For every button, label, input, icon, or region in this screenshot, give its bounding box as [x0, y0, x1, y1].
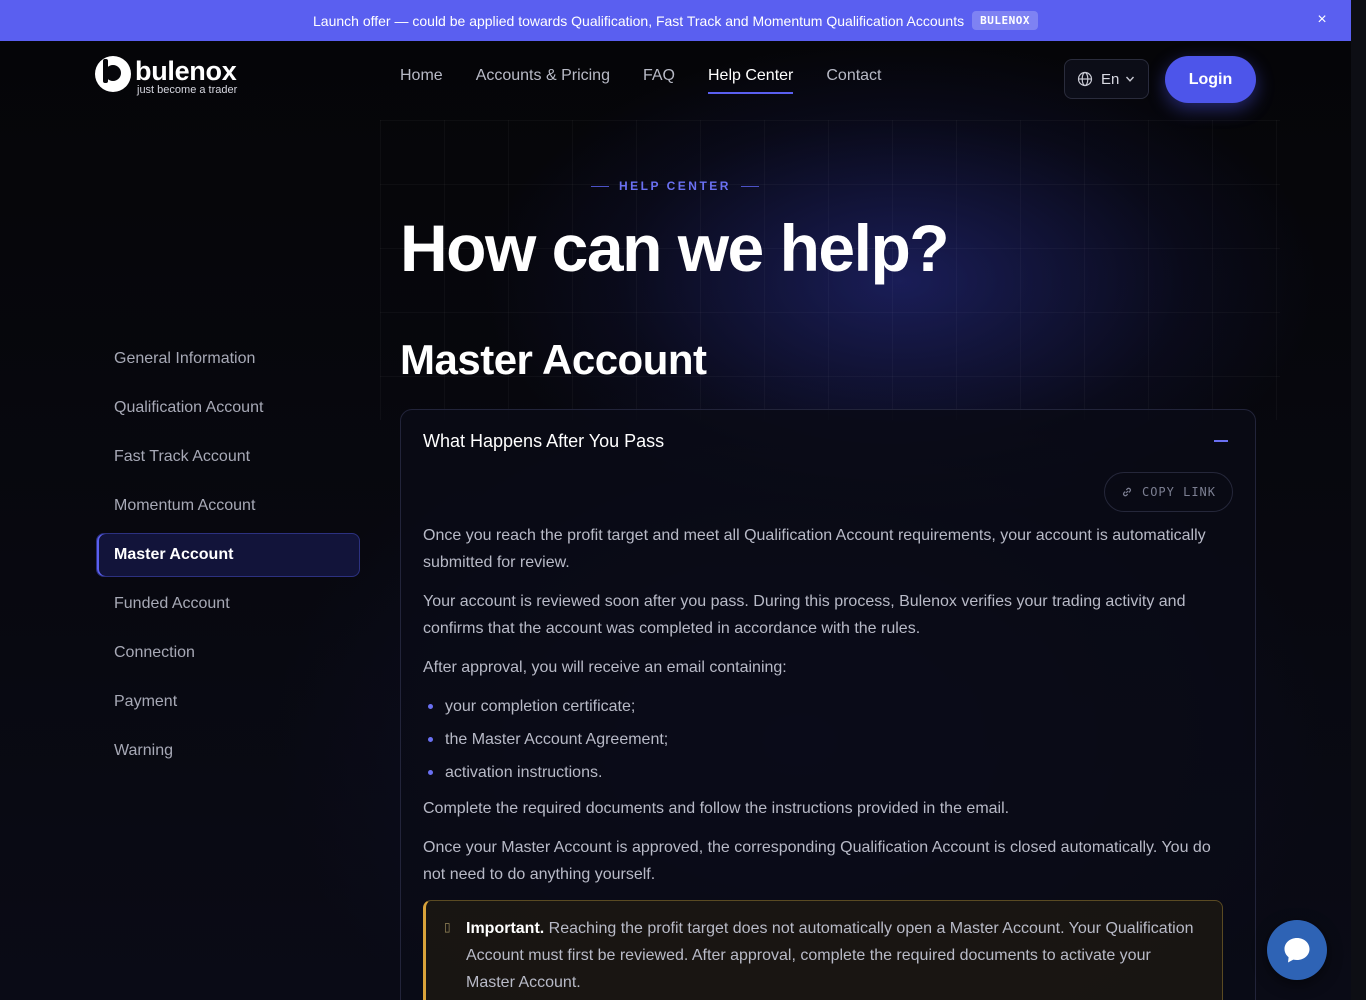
sidebar-item-qualification-account[interactable]: Qualification Account: [96, 386, 360, 430]
close-icon[interactable]: ×: [1313, 11, 1331, 29]
list-item: activation instructions.: [423, 759, 1223, 786]
section-title: Master Account: [400, 336, 707, 383]
list-item: the Master Account Agreement;: [423, 726, 1223, 753]
sidebar-item-payment[interactable]: Payment: [96, 680, 360, 724]
chat-widget-button[interactable]: [1267, 920, 1327, 980]
accordion-title: What Happens After You Pass: [423, 430, 665, 451]
sidebar-item-warning[interactable]: Warning: [96, 729, 360, 773]
chat-bubble-icon: [1284, 938, 1310, 963]
notice-label: Important.: [466, 920, 545, 937]
brand-name: bulenox: [135, 56, 237, 86]
promo-bar: Launch offer — could be applied towards …: [0, 0, 1351, 41]
email-contents-list: your completion certificate; the Master …: [423, 693, 1223, 786]
brand-tagline: just become a trader: [137, 84, 238, 96]
link-icon: [1122, 487, 1131, 497]
nav-accounts-pricing[interactable]: Accounts & Pricing: [476, 67, 610, 94]
paragraph: Once you reach the profit target and mee…: [423, 527, 1206, 571]
language-value: En: [1101, 70, 1120, 88]
sidebar-item-funded-account[interactable]: Funded Account: [96, 582, 360, 626]
main-nav: Home Accounts & Pricing FAQ Help Center …: [400, 67, 915, 94]
faq-accordion-item: What Happens After You Pass COPY LINK On…: [400, 409, 1256, 1000]
promo-code-badge[interactable]: BULENOX: [972, 11, 1038, 30]
sidebar-item-connection[interactable]: Connection: [96, 631, 360, 675]
category-sidebar: General Information Qualification Accoun…: [96, 337, 360, 778]
copy-link-button[interactable]: COPY LINK: [1104, 472, 1233, 512]
accordion-header[interactable]: What Happens After You Pass: [401, 410, 1255, 472]
collapse-minus-icon[interactable]: [1214, 440, 1228, 442]
sidebar-item-momentum-account[interactable]: Momentum Account: [96, 484, 360, 528]
chevron-down-icon: [1126, 76, 1135, 82]
site-header: bulenox just become a trader Home Accoun…: [0, 41, 1351, 117]
paragraph: Once your Master Account is approved, th…: [423, 839, 1211, 883]
eyebrow-dash-right: [740, 185, 759, 187]
nav-home[interactable]: Home: [400, 67, 443, 94]
nav-help-center[interactable]: Help Center: [707, 67, 794, 94]
sidebar-item-fast-track-account[interactable]: Fast Track Account: [96, 435, 360, 479]
promo-text: Launch offer — could be applied towards …: [313, 12, 965, 29]
paragraph: Complete the required documents and foll…: [423, 800, 1010, 817]
notice-text: Reaching the profit target does not auto…: [466, 920, 1194, 991]
sidebar-item-master-account[interactable]: Master Account: [96, 533, 360, 577]
logo-icon: [95, 56, 131, 92]
nav-contact[interactable]: Contact: [826, 67, 881, 94]
page-title: How can we help?: [400, 211, 950, 285]
eyebrow-dash-left: [591, 185, 610, 187]
copy-link-label: COPY LINK: [1141, 485, 1217, 499]
brand-logo[interactable]: bulenox just become a trader: [95, 56, 237, 96]
globe-icon: [1077, 71, 1093, 87]
login-button[interactable]: Login: [1165, 56, 1256, 103]
scrollbar[interactable]: [1351, 0, 1366, 1000]
list-item: your completion certificate;: [423, 693, 1223, 720]
eyebrow-text: HELP CENTER: [619, 179, 731, 193]
paragraph: After approval, you will receive an emai…: [423, 659, 787, 676]
sidebar-item-general-information[interactable]: General Information: [96, 337, 360, 381]
nav-faq[interactable]: FAQ: [643, 67, 675, 94]
paragraph: Your account is reviewed soon after you …: [423, 593, 1186, 637]
language-selector[interactable]: En: [1064, 59, 1149, 99]
accordion-content: Once you reach the profit target and mee…: [423, 522, 1223, 1000]
hero-eyebrow: HELP CENTER: [400, 179, 950, 193]
info-icon: ▯: [444, 920, 451, 934]
important-notice: ▯ Important. Reaching the profit target …: [423, 900, 1223, 1000]
